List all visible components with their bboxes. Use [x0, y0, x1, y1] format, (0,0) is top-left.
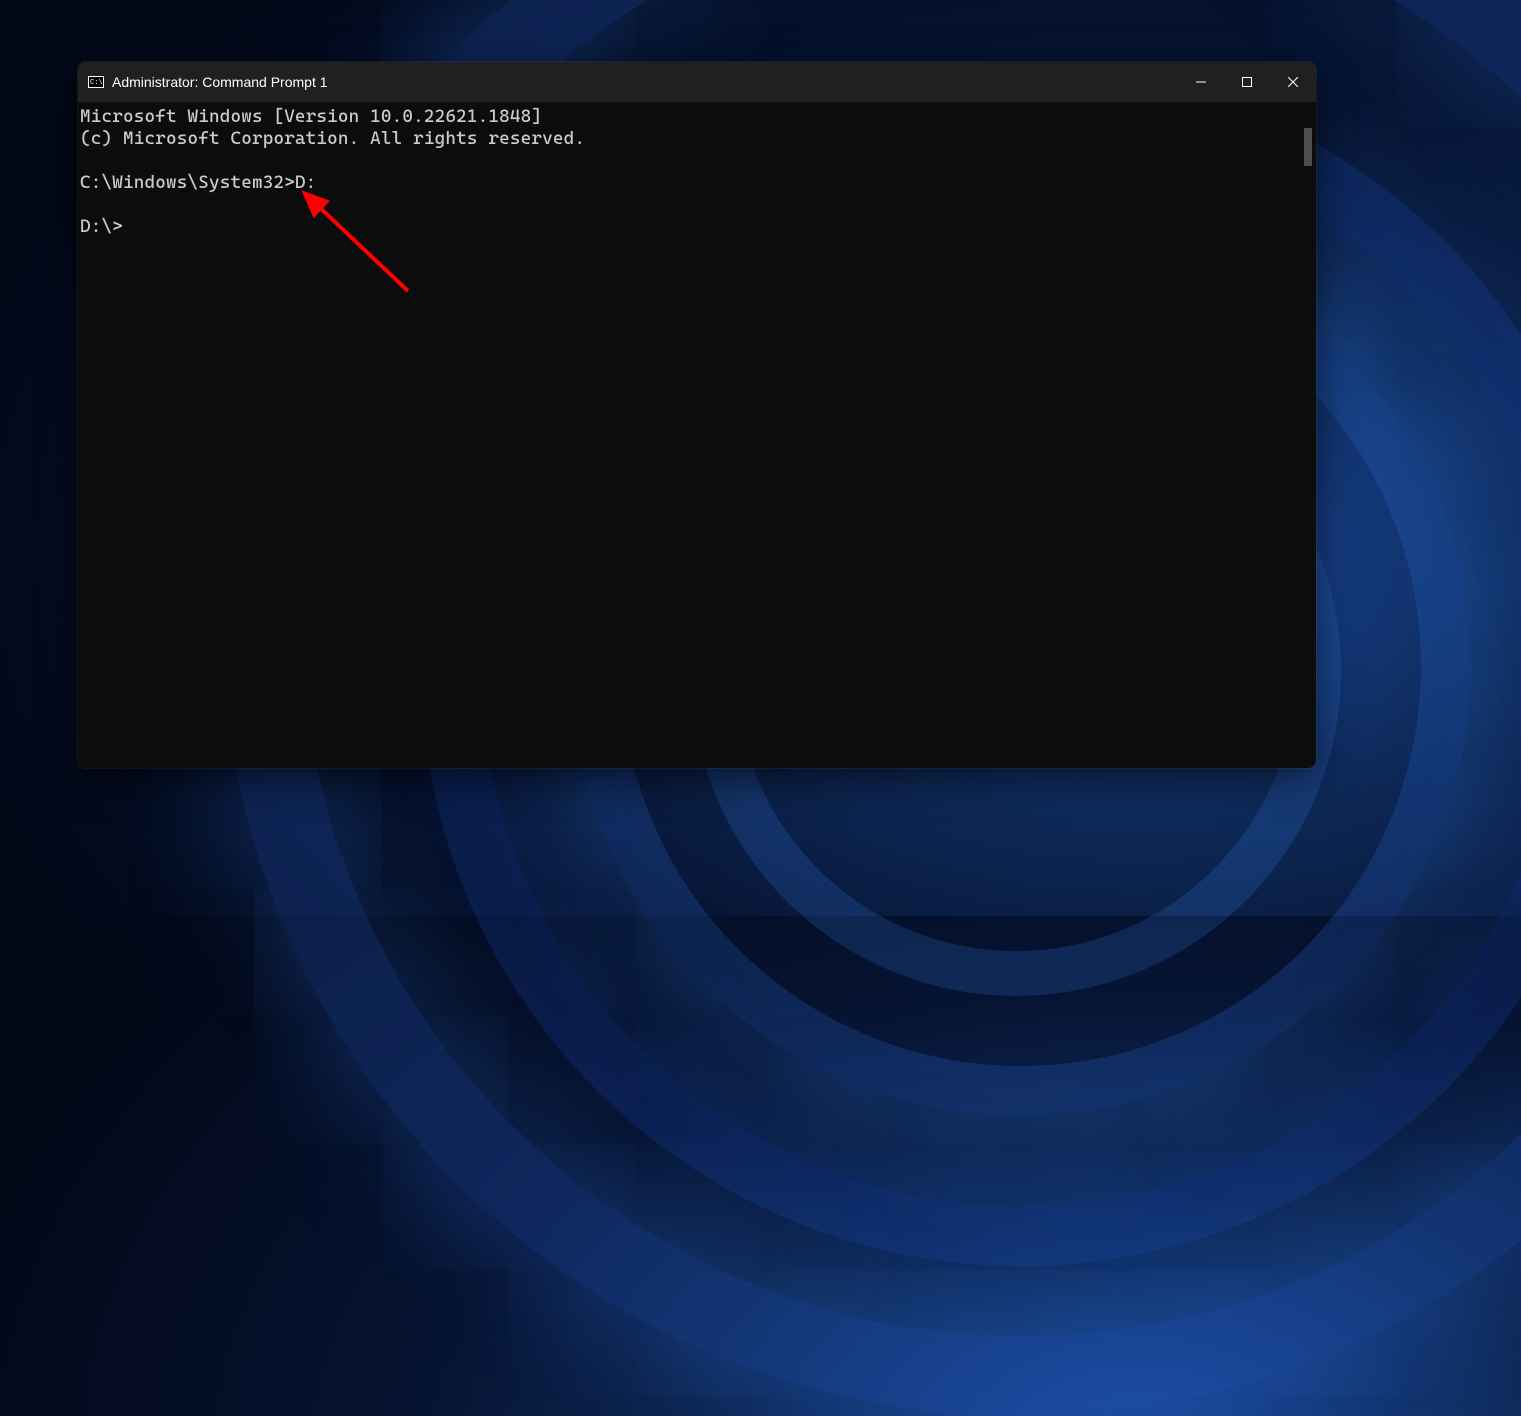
maximize-button[interactable]: [1224, 62, 1270, 102]
terminal-body[interactable]: Microsoft Windows [Version 10.0.22621.18…: [78, 102, 1316, 768]
minimize-button[interactable]: [1178, 62, 1224, 102]
window-controls: [1178, 62, 1316, 102]
titlebar[interactable]: C:\ Administrator: Command Prompt 1: [78, 62, 1316, 102]
scroll-thumb[interactable]: [1304, 128, 1312, 166]
scrollbar[interactable]: [1300, 106, 1314, 766]
window-title: Administrator: Command Prompt 1: [112, 74, 328, 90]
terminal-output: Microsoft Windows [Version 10.0.22621.18…: [80, 106, 1300, 766]
close-button[interactable]: [1270, 62, 1316, 102]
terminal-icon: C:\: [88, 74, 104, 90]
command-prompt-window: C:\ Administrator: Command Prompt 1 Micr…: [78, 62, 1316, 768]
svg-text:C:\: C:\: [90, 79, 103, 87]
